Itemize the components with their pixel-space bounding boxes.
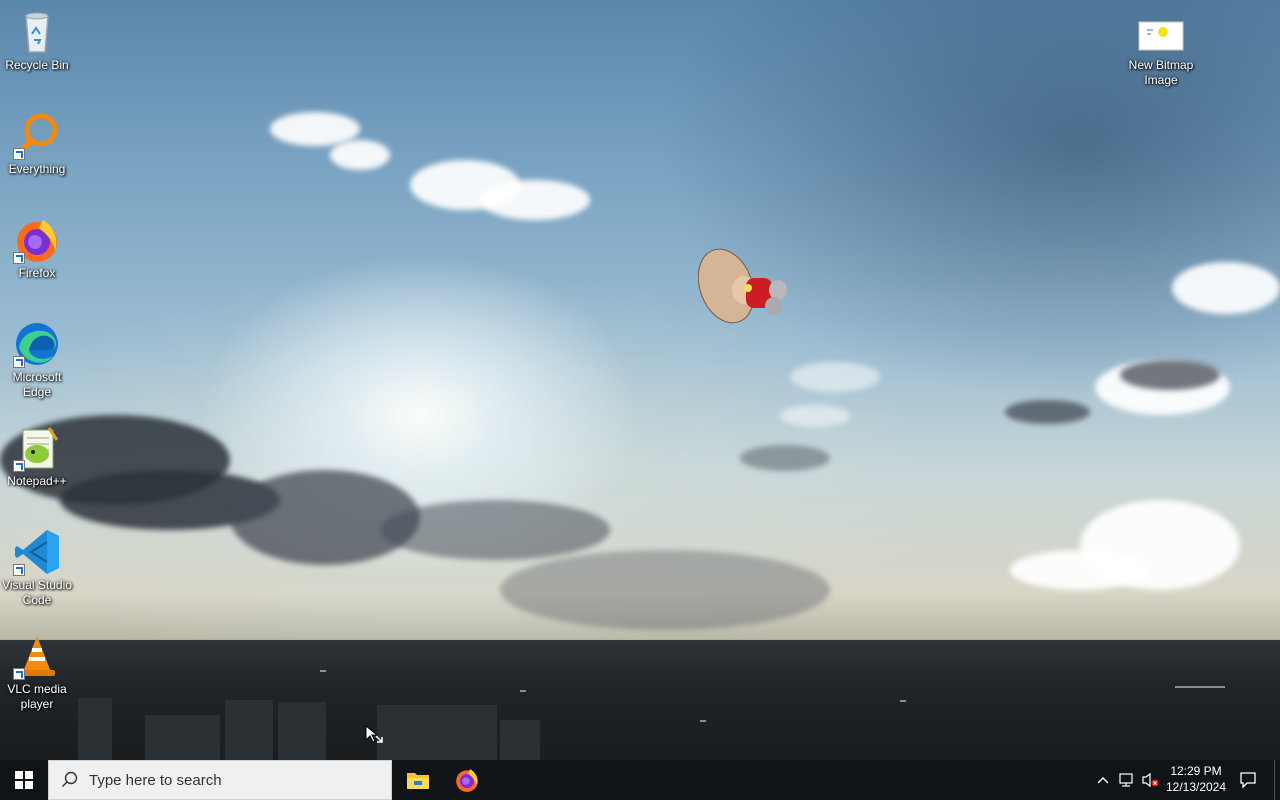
building xyxy=(377,705,497,760)
bitmap-image-icon xyxy=(1138,21,1184,51)
cloud xyxy=(1172,262,1280,314)
cloud xyxy=(1005,400,1090,424)
city-light xyxy=(520,690,526,692)
cloud xyxy=(500,550,830,630)
action-center-icon xyxy=(1240,772,1256,789)
desktop-icon-label: Everything xyxy=(8,162,66,176)
shortcut-arrow-icon xyxy=(13,252,25,264)
search-placeholder: Type here to search xyxy=(89,771,222,789)
building xyxy=(500,720,540,760)
shortcut-arrow-icon xyxy=(13,668,25,680)
cloud xyxy=(740,445,830,471)
cloud xyxy=(1120,360,1220,390)
shortcut-arrow-icon xyxy=(13,564,25,576)
cloud xyxy=(480,180,590,220)
stewie-character-image xyxy=(698,248,787,324)
firefox-icon xyxy=(456,769,478,792)
volume-muted-icon xyxy=(1142,772,1159,788)
desktop-icon-firefox[interactable]: Firefox xyxy=(0,216,74,281)
taskbar-search-box[interactable]: Type here to search xyxy=(48,760,392,800)
clock-date: 12/13/2024 xyxy=(1165,780,1227,794)
start-button[interactable] xyxy=(0,760,48,800)
desktop-icon-label: New Bitmap Image xyxy=(1128,58,1194,87)
mouse-cursor-icon xyxy=(365,724,383,743)
building xyxy=(78,698,112,760)
volume-tray-button[interactable] xyxy=(1140,760,1160,800)
desktop-icon-label: Visual Studio Code xyxy=(2,578,72,607)
desktop-icon-microsoft-edge[interactable]: Microsoft Edge xyxy=(0,320,74,400)
search-icon xyxy=(62,771,78,787)
city-skyline xyxy=(0,640,1280,760)
taskbar-clock[interactable]: 12:29 PM 12/13/2024 xyxy=(1160,763,1232,795)
action-center-button[interactable] xyxy=(1234,760,1262,800)
desktop-icon-label: Recycle Bin xyxy=(5,58,69,72)
clock-time: 12:29 PM xyxy=(1170,764,1222,778)
shortcut-arrow-icon xyxy=(13,460,25,472)
windows-logo-icon xyxy=(15,771,33,789)
show-desktop-button[interactable] xyxy=(1274,760,1280,800)
desktop-icon-label: Microsoft Edge xyxy=(12,370,62,399)
shortcut-arrow-icon xyxy=(13,148,25,160)
cloud xyxy=(330,140,390,170)
taskbar: Type here to search 12:29 PM 12/13/2024 xyxy=(0,760,1280,800)
cloud xyxy=(380,500,610,560)
recycle-bin-icon xyxy=(25,12,49,53)
desktop-icon-label: Firefox xyxy=(18,266,56,280)
shortcut-arrow-icon xyxy=(13,356,25,368)
city-light xyxy=(320,670,326,672)
network-icon xyxy=(1119,773,1133,787)
desktop-icon-everything[interactable]: Everything xyxy=(0,112,74,177)
cloud xyxy=(1010,550,1150,590)
taskbar-firefox[interactable] xyxy=(443,760,491,800)
city-light xyxy=(700,720,706,722)
desktop-icon-recycle-bin[interactable]: Recycle Bin xyxy=(0,8,74,73)
cloud xyxy=(780,405,850,427)
desktop-icon-label: Notepad++ xyxy=(7,474,67,488)
desktop-icon-notepad-plus-plus[interactable]: Notepad++ xyxy=(0,424,74,489)
file-explorer-icon xyxy=(407,773,429,789)
desktop-wallpaper: Recycle Bin Everything Firefox Microsoft… xyxy=(0,0,1280,760)
building xyxy=(145,715,220,760)
network-tray-button[interactable] xyxy=(1116,760,1138,800)
cloud xyxy=(790,362,880,392)
chevron-up-icon xyxy=(1097,777,1109,784)
desktop-icon-label: VLC media player xyxy=(7,682,67,711)
desktop-icon-vlc[interactable]: VLC media player xyxy=(0,632,74,712)
desktop-icon-vscode[interactable]: Visual Studio Code xyxy=(0,528,74,608)
building xyxy=(278,702,326,760)
building xyxy=(225,700,273,760)
city-light xyxy=(900,700,906,702)
city-light xyxy=(1175,686,1225,688)
desktop-icon-new-bitmap-image[interactable]: New Bitmap Image xyxy=(1124,8,1198,88)
taskbar-file-explorer[interactable] xyxy=(394,760,442,800)
show-hidden-icons-button[interactable] xyxy=(1094,760,1112,800)
